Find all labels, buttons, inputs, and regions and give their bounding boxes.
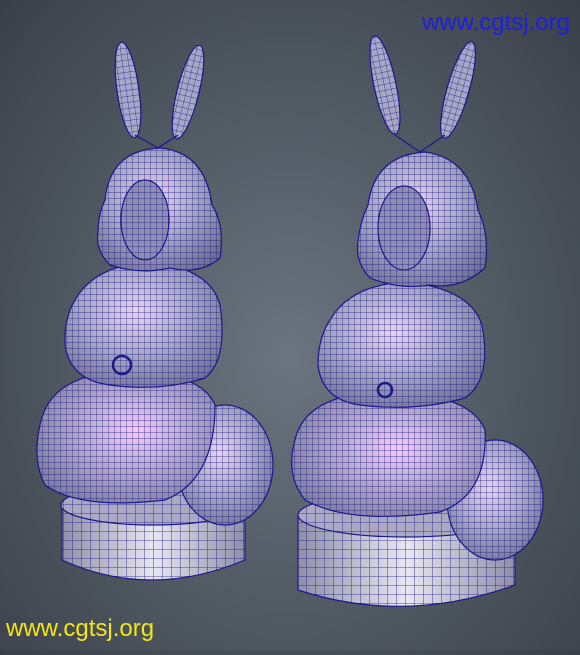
right-ears [369,35,476,153]
3d-viewport [0,0,580,650]
left-head [96,147,222,272]
left-lower-body [36,371,216,504]
left-torso [64,261,223,388]
wireframe-scene [36,35,544,607]
watermark-bottom: www.cgtsj.org [6,615,155,642]
right-torso [317,281,486,408]
left-ears [114,41,205,149]
watermark-top: www.cgtsj.org [421,9,570,36]
right-lower-body [291,391,486,518]
right-figure [291,35,544,607]
left-figure [36,41,274,581]
right-head [356,151,488,288]
